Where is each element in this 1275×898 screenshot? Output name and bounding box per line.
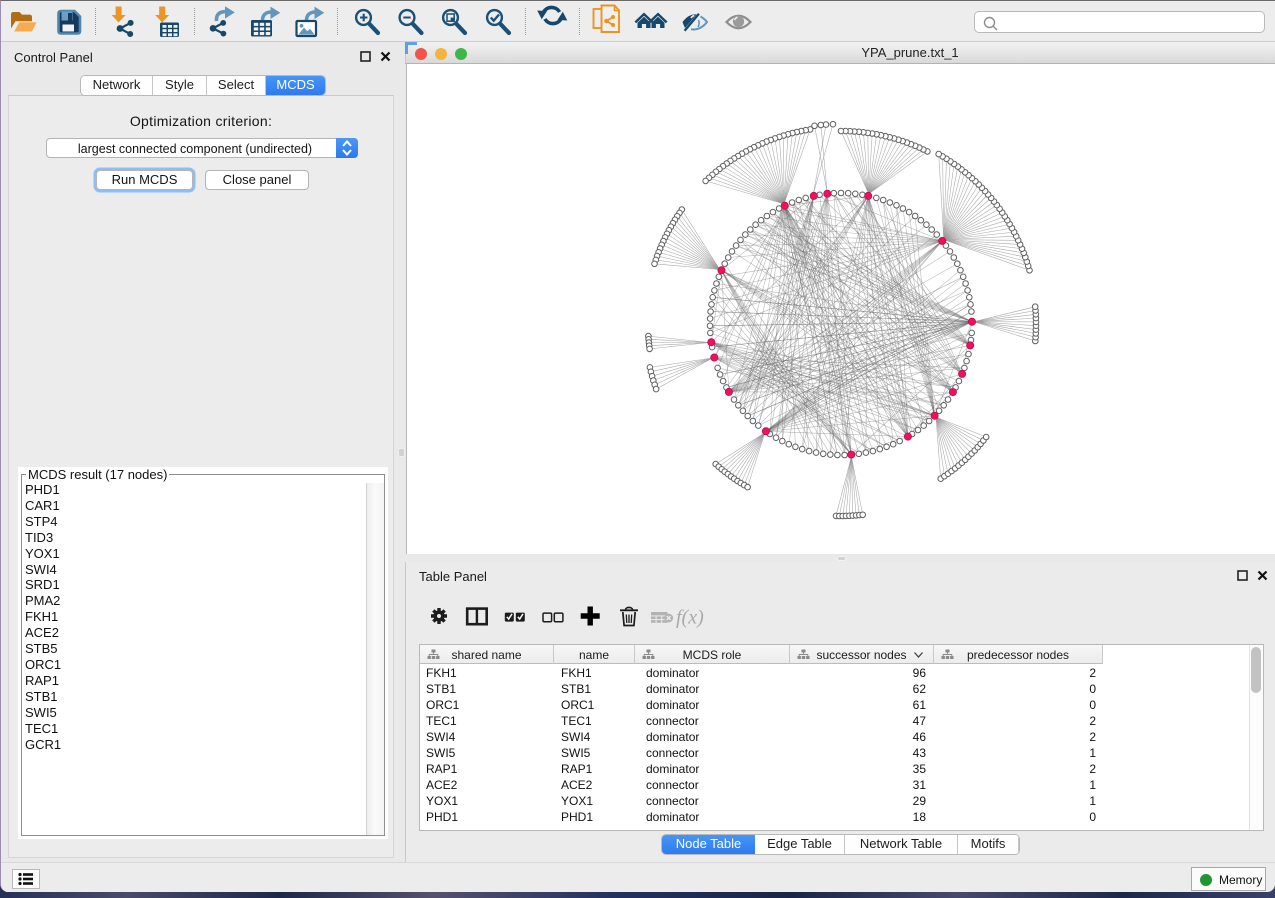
svg-text:f(x): f(x) [676,607,704,629]
